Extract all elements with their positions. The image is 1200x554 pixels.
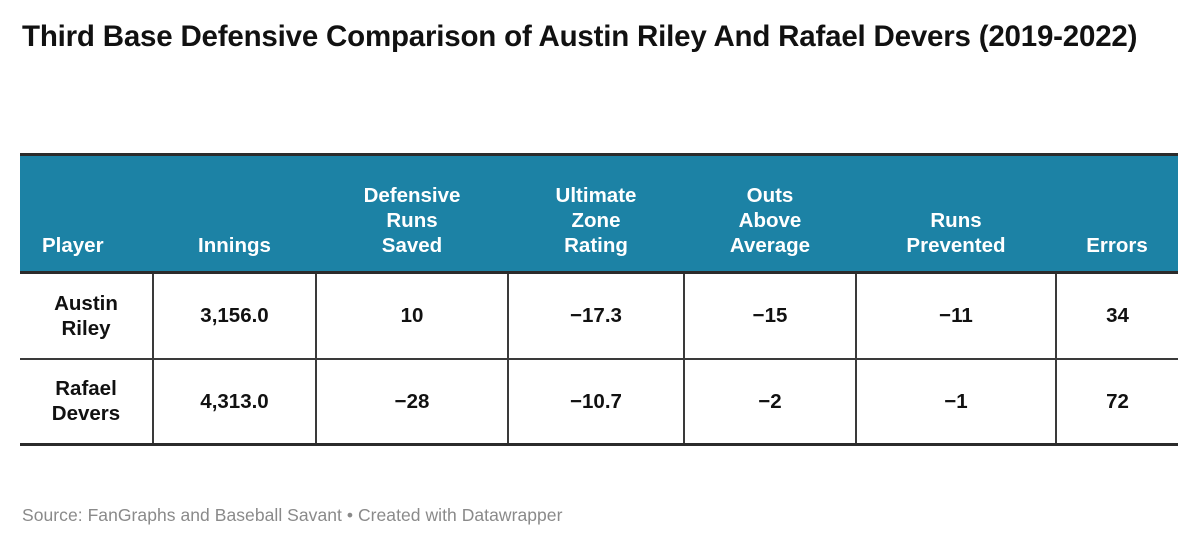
rp-label-line2: Prevented bbox=[906, 234, 1006, 257]
table-row: Austin Riley 3,156.0 10 −17.3 −15 −11 34 bbox=[20, 272, 1178, 360]
table-row: Rafael Devers 4,313.0 −28 −10.7 −2 −1 72 bbox=[20, 358, 1178, 445]
cell-errors: 72 bbox=[1055, 358, 1178, 445]
cell-innings: 3,156.0 bbox=[152, 272, 316, 360]
comparison-table: Player Innings Defensive Runs Saved Ulti… bbox=[20, 153, 1178, 446]
column-header-innings[interactable]: Innings bbox=[153, 154, 316, 274]
drs-label-line1: Defensive bbox=[363, 184, 461, 207]
column-header-player[interactable]: Player bbox=[20, 154, 153, 274]
cell-runs-prevented: −11 bbox=[855, 272, 1056, 360]
table-body: Austin Riley 3,156.0 10 −17.3 −15 −11 34… bbox=[20, 272, 1178, 445]
uzr-label-line2: Zone bbox=[571, 209, 621, 232]
drs-label-line2: Runs bbox=[386, 209, 438, 232]
uzr-label-line1: Ultimate bbox=[555, 184, 637, 207]
column-header-player-label: Player bbox=[42, 234, 104, 257]
table-header-row: Player Innings Defensive Runs Saved Ulti… bbox=[20, 154, 1178, 274]
player-name-line2: Riley bbox=[61, 316, 111, 340]
player-name-line1: Austin bbox=[54, 291, 118, 315]
cell-outs-above-average: −2 bbox=[683, 358, 856, 445]
oaa-label-line3: Average bbox=[729, 234, 811, 257]
oaa-label-line1: Outs bbox=[746, 184, 794, 207]
data-table-container: Player Innings Defensive Runs Saved Ulti… bbox=[20, 153, 1178, 446]
chart-page: Third Base Defensive Comparison of Austi… bbox=[0, 0, 1200, 554]
table-header: Player Innings Defensive Runs Saved Ulti… bbox=[20, 154, 1178, 274]
rp-label-line1: Runs bbox=[930, 209, 982, 232]
cell-ultimate-zone-rating: −10.7 bbox=[507, 358, 684, 445]
page-title: Third Base Defensive Comparison of Austi… bbox=[22, 20, 1138, 53]
column-header-errors[interactable]: Errors bbox=[1056, 154, 1178, 274]
cell-player: Rafael Devers bbox=[20, 359, 153, 445]
cell-runs-prevented: −1 bbox=[855, 358, 1056, 445]
drs-label-line3: Saved bbox=[381, 234, 443, 257]
column-header-outs-above-average[interactable]: Outs Above Average bbox=[684, 154, 856, 274]
cell-errors: 34 bbox=[1055, 272, 1178, 360]
oaa-label-line2: Above bbox=[738, 209, 802, 232]
source-credit: Source: FanGraphs and Baseball Savant • … bbox=[22, 505, 563, 525]
column-header-errors-label: Errors bbox=[1086, 234, 1148, 257]
player-name-line1: Rafael bbox=[55, 377, 117, 401]
column-header-defensive-runs-saved[interactable]: Defensive Runs Saved bbox=[316, 154, 508, 274]
column-header-innings-label: Innings bbox=[198, 234, 271, 257]
cell-ultimate-zone-rating: −17.3 bbox=[507, 272, 684, 360]
cell-defensive-runs-saved: −28 bbox=[315, 358, 508, 445]
player-name-line2: Devers bbox=[51, 402, 121, 426]
cell-outs-above-average: −15 bbox=[683, 272, 856, 360]
uzr-label-line3: Rating bbox=[564, 234, 628, 257]
cell-innings: 4,313.0 bbox=[152, 358, 316, 445]
column-header-ultimate-zone-rating[interactable]: Ultimate Zone Rating bbox=[508, 154, 684, 274]
cell-player: Austin Riley bbox=[20, 272, 153, 360]
cell-defensive-runs-saved: 10 bbox=[315, 272, 508, 360]
column-header-runs-prevented[interactable]: Runs Prevented bbox=[856, 154, 1056, 274]
